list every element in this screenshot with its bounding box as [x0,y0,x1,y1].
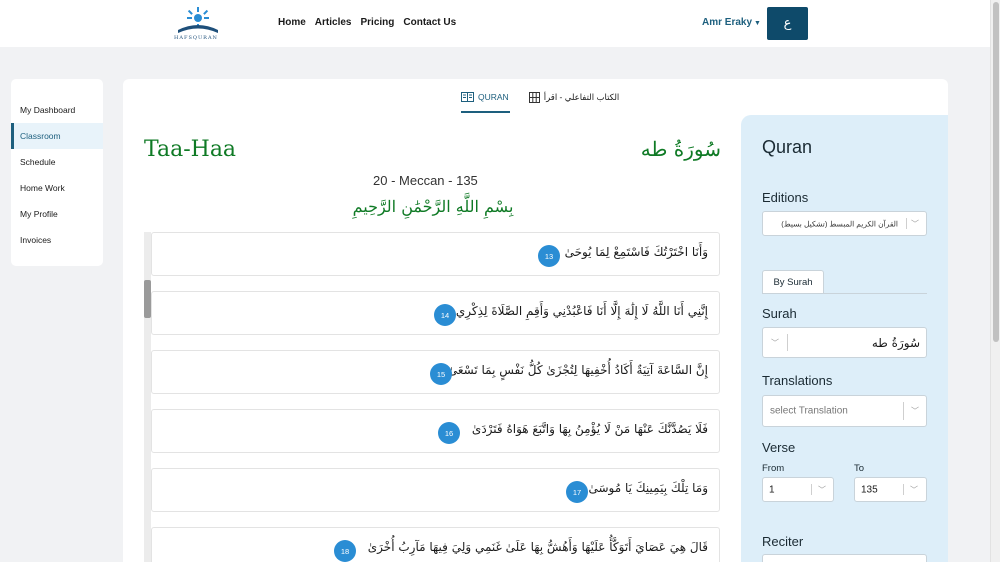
tab-interactive-book[interactable]: الكتاب التفاعلي - اقرأ [528,85,620,109]
tab-interactive-book-label: الكتاب التفاعلي - اقرأ [543,91,620,102]
quran-settings-panel: Quran Editions القرآن الكريم المبسط (تشك… [741,115,948,562]
translations-label: Translations [762,373,833,388]
surah-name-english: Taa-Haa [144,137,237,162]
verse-text: وَأَنَا اخْتَرْتُكَ فَاسْتَمِعْ لِمَا يُ… [564,245,708,259]
verse-label: Verse [762,440,796,455]
to-label: To [854,463,865,474]
surah-name-arabic: سُورَةُ طه [640,137,721,161]
book-icon [461,92,474,102]
verses-scrollbar-thumb[interactable] [144,280,151,318]
surah-label: Surah [762,306,797,321]
verse-item: فَلَا يَصُدَّنَّكَ عَنْهَا مَنْ لَا يُؤْ… [151,409,720,453]
page-scrollbar[interactable] [990,0,1000,562]
nav-articles-link[interactable]: Articles [315,17,352,28]
content-tabs: QURAN الكتاب التفاعلي - اقرأ [461,85,620,113]
verse-number-badge: 18 [334,540,356,562]
edition-select[interactable]: القرآن الكريم المبسط (تشكيل بسيط) ﹀ [762,211,927,236]
editions-label: Editions [762,190,809,205]
panel-title: Quran [762,137,813,157]
verse-item: وَأَنَا اخْتَرْتُكَ فَاسْتَمِعْ لِمَا يُ… [151,232,720,276]
chevron-down-icon: ﹀ [911,219,919,228]
chevron-down-icon: ﹀ [910,485,918,494]
reciter-select[interactable] [762,554,927,562]
nav-pricing-link[interactable]: Pricing [360,17,394,28]
verse-to-select[interactable]: 135 ﹀ [854,477,927,502]
verse-number-badge: 13 [538,245,560,267]
verse-to-value: 135 [861,484,878,495]
nav-contact-link[interactable]: Contact Us [403,17,456,28]
verse-text: فَلَا يَصُدَّنَّكَ عَنْهَا مَنْ لَا يُؤْ… [471,422,708,436]
translation-select[interactable]: select Translation ﹀ [762,395,927,427]
sidebar-item-invoices[interactable]: Invoices [11,227,103,253]
caret-down-icon: ▼ [754,20,761,27]
verse-item: وَمَا تِلْكَ بِيَمِينِكَ يَا مُوسَىٰ 17 [151,468,720,512]
user-menu[interactable]: Amr Eraky ▼ [702,17,761,28]
logo-text: HAFSQURAN [174,35,218,41]
sidebar: My Dashboard Classroom Schedule Home Wor… [11,79,103,266]
verse-text: إِنَّ السَّاعَةَ آتِيَةٌ أَكَادُ أُخْفِي… [447,363,708,377]
basmala: بِسْمِ اللَّهِ الرَّحْمَٰنِ الرَّحِيمِ [352,197,514,216]
grid-book-icon [528,91,540,103]
language-toggle-button[interactable]: ع [767,7,808,40]
verse-item: قَالَ هِيَ عَصَايَ أَتَوَكَّأُ عَلَيْهَا… [151,527,720,562]
reciter-label: Reciter [762,534,804,549]
top-navbar: HAFSQURAN Home Articles Pricing Contact … [0,0,990,47]
from-label: From [762,463,785,474]
user-name: Amr Eraky [702,17,753,28]
verse-from-select[interactable]: 1 ﹀ [762,477,834,502]
surah-select[interactable]: ﹀ سُورَةُ طه [762,327,927,358]
sidebar-item-schedule[interactable]: Schedule [11,149,103,175]
nav-home-link[interactable]: Home [278,17,306,28]
verse-text: قَالَ هِيَ عَصَايَ أَتَوَكَّأُ عَلَيْهَا… [367,540,708,554]
sidebar-item-classroom[interactable]: Classroom [11,123,103,149]
tab-quran-label: QURAN [478,92,509,102]
verse-number-badge: 14 [434,304,456,326]
verses-list[interactable]: وَأَنَا اخْتَرْتُكَ فَاسْتَمِعْ لِمَا يُ… [144,232,720,562]
chevron-down-icon: ﹀ [818,485,826,494]
tab-by-surah[interactable]: By Surah [762,270,824,294]
verses-scrollbar[interactable] [144,232,151,562]
verse-item: إِنَّ السَّاعَةَ آتِيَةٌ أَكَادُ أُخْفِي… [151,350,720,394]
chevron-down-icon: ﹀ [911,406,919,416]
sidebar-item-profile[interactable]: My Profile [11,201,103,227]
verse-number-badge: 17 [566,481,588,503]
surah-select-value: سُورَةُ طه [871,335,920,350]
verse-item: إِنَّنِي أَنَا اللَّهُ لَا إِلَٰهَ إِلَّ… [151,291,720,335]
surah-meta: 20 - Meccan - 135 [373,173,478,188]
verse-text: إِنَّنِي أَنَا اللَّهُ لَا إِلَٰهَ إِلَّ… [455,304,708,318]
verse-from-value: 1 [769,484,775,495]
page-scrollbar-thumb[interactable] [993,2,999,342]
sidebar-item-homework[interactable]: Home Work [11,175,103,201]
main-nav: Home Articles Pricing Contact Us [278,17,456,28]
chevron-down-icon: ﹀ [771,338,779,347]
verse-text: وَمَا تِلْكَ بِيَمِينِكَ يَا مُوسَىٰ [588,481,709,495]
edition-select-value: القرآن الكريم المبسط (تشكيل بسيط) [781,219,898,228]
verse-number-badge: 16 [438,422,460,444]
translation-select-placeholder: select Translation [770,405,848,417]
tab-quran[interactable]: QURAN [461,85,510,113]
verse-number-badge: 15 [430,363,452,385]
sidebar-item-dashboard[interactable]: My Dashboard [11,97,103,123]
